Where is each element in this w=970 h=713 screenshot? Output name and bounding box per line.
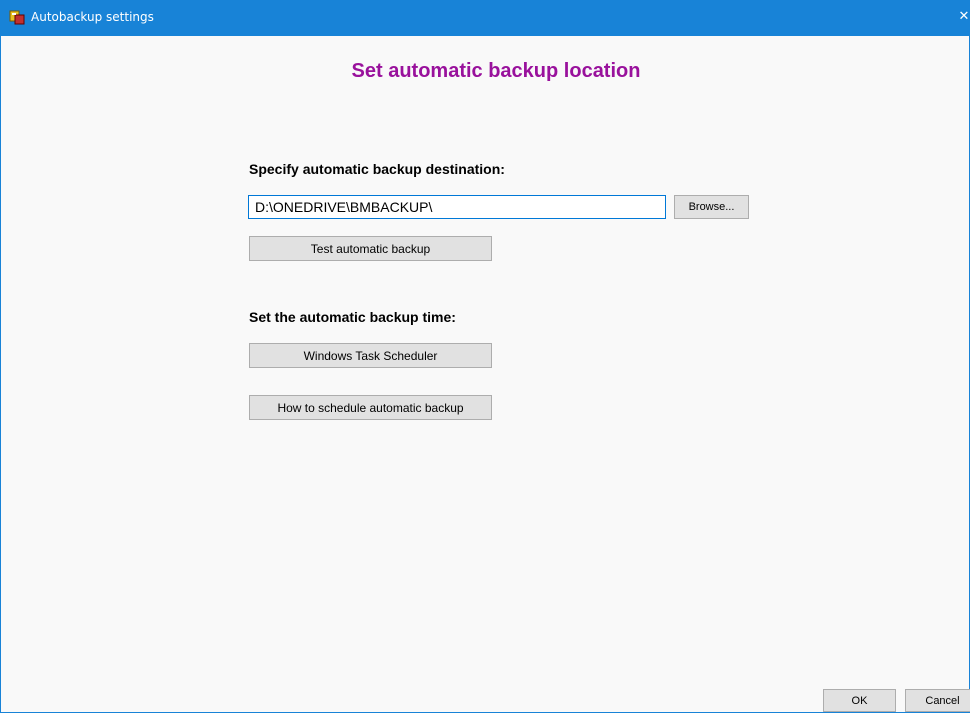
destination-label: Specify automatic backup destination: — [249, 161, 505, 177]
ok-button[interactable]: OK — [823, 689, 896, 712]
autobackup-app-icon — [9, 9, 25, 25]
browse-button[interactable]: Browse... — [674, 195, 749, 219]
autobackup-settings-window: Autobackup settings ✕ Set automatic back… — [0, 0, 970, 713]
close-icon[interactable]: ✕ — [957, 0, 970, 36]
cancel-button[interactable]: Cancel — [905, 689, 970, 712]
page-title: Set automatic backup location — [351, 60, 641, 82]
destination-path-input[interactable] — [248, 195, 666, 219]
title-bar[interactable]: Autobackup settings ✕ — [1, 0, 970, 36]
window-title: Autobackup settings — [31, 10, 154, 24]
backup-time-label: Set the automatic backup time: — [249, 309, 456, 325]
windows-task-scheduler-button[interactable]: Windows Task Scheduler — [249, 343, 492, 368]
test-automatic-backup-button[interactable]: Test automatic backup — [249, 236, 492, 261]
how-to-schedule-button[interactable]: How to schedule automatic backup — [249, 395, 492, 420]
